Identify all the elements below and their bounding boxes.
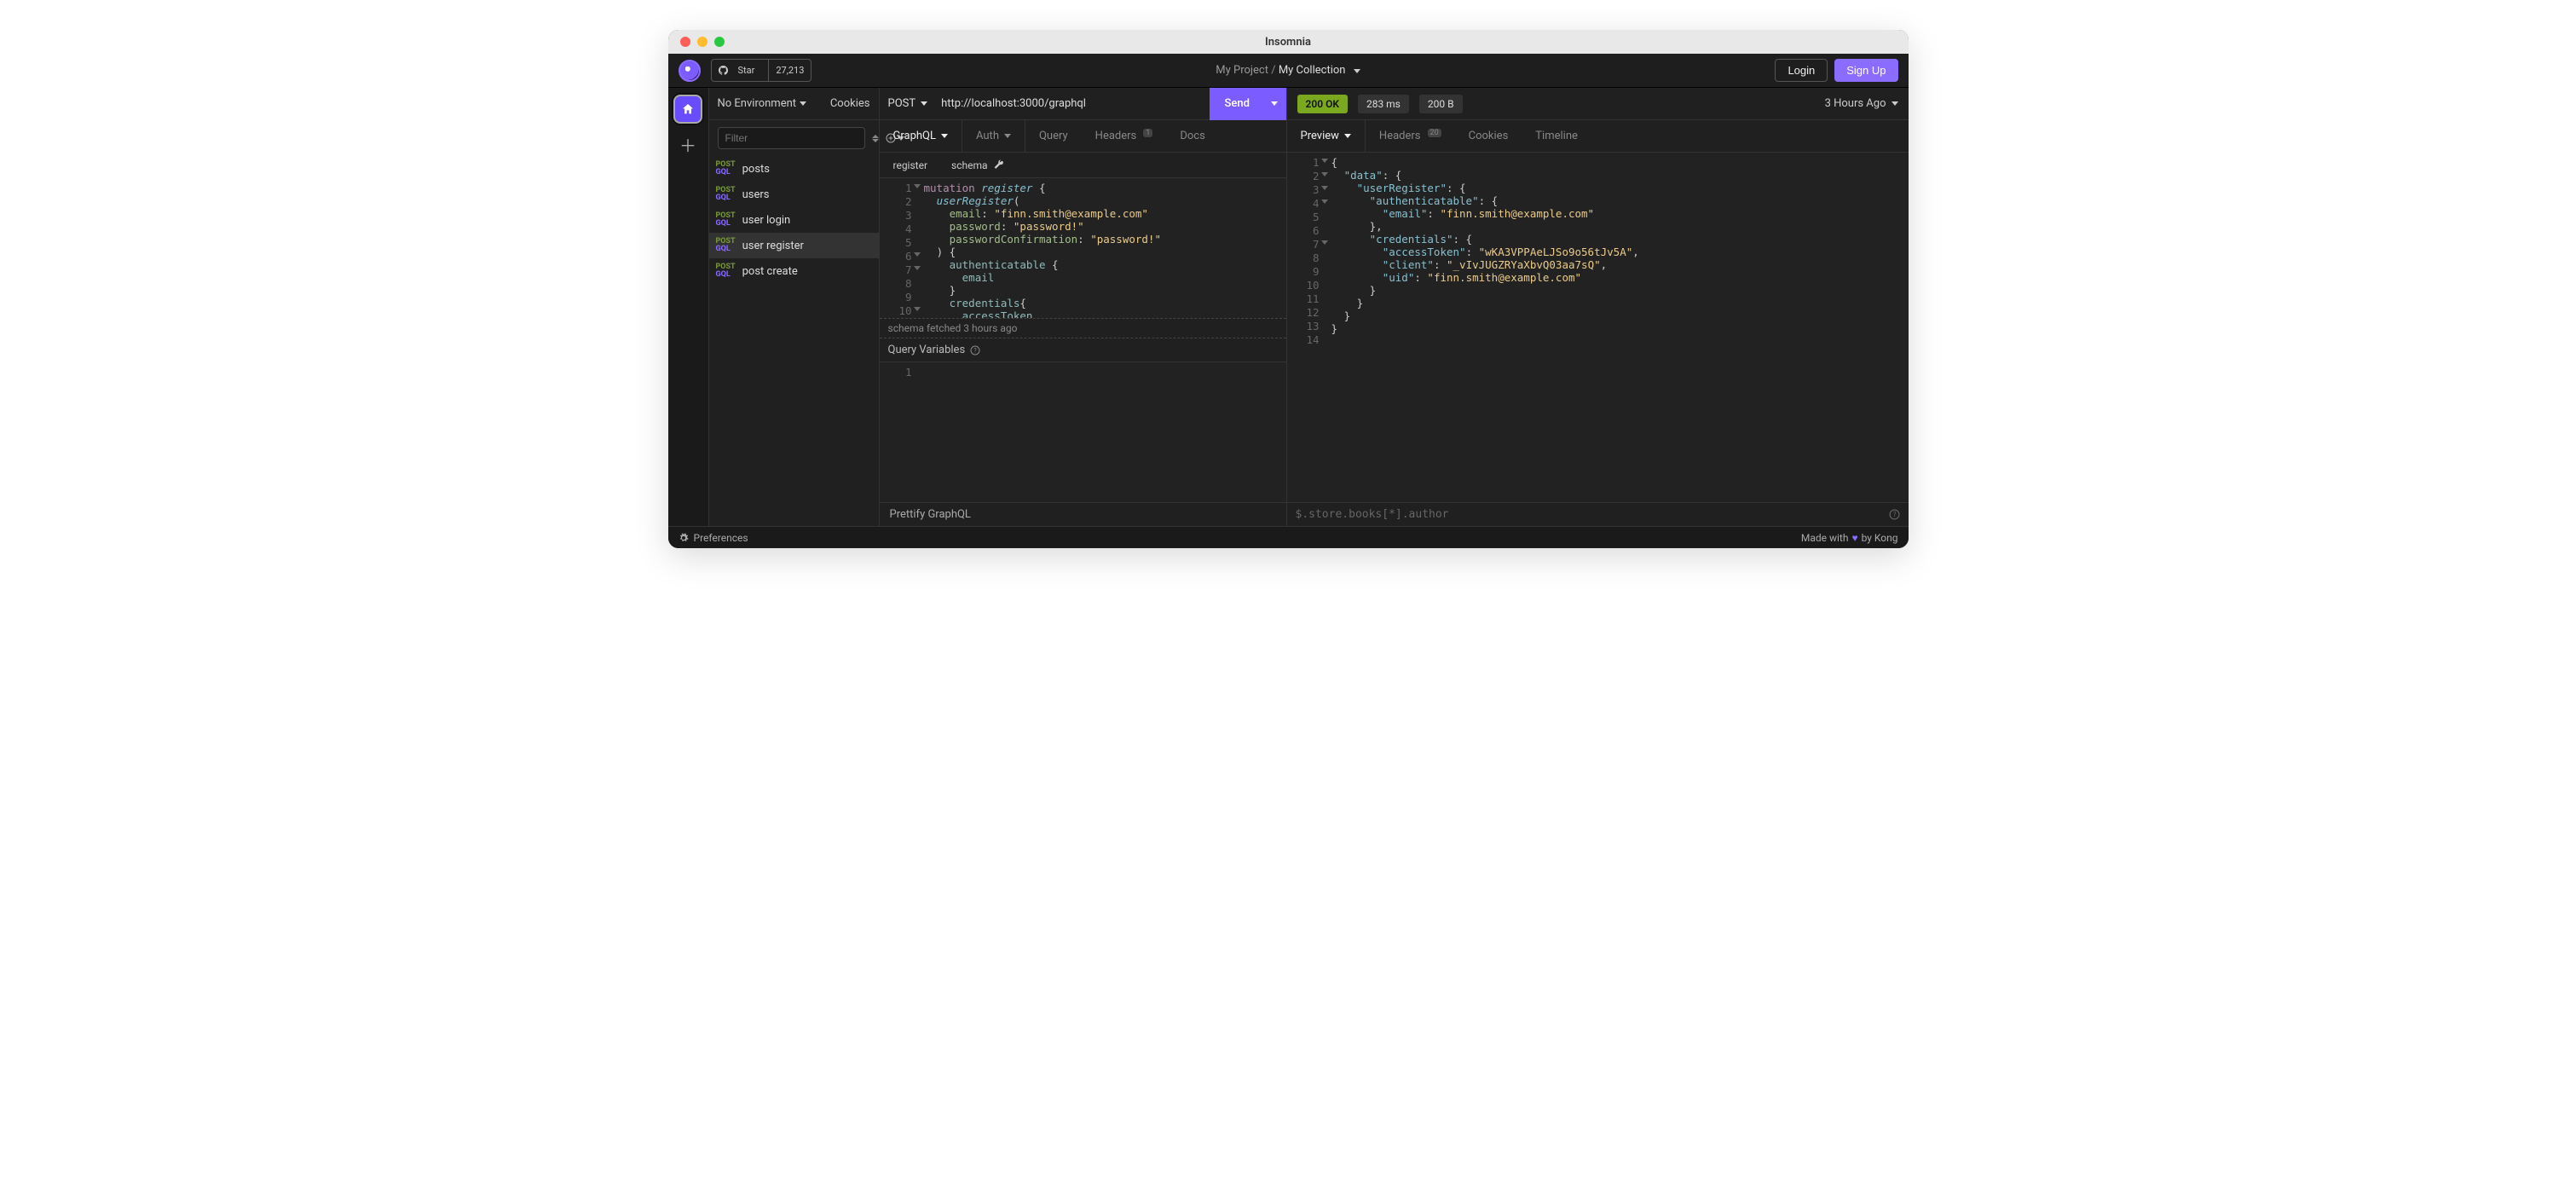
home-icon (681, 102, 695, 116)
left-rail: ＋ (668, 88, 709, 526)
subtab-register[interactable]: register (893, 159, 928, 171)
request-item[interactable]: POSTGQL user login (709, 207, 879, 233)
query-variables-header[interactable]: Query Variables ? (880, 338, 1286, 362)
schema-status: schema fetched 3 hours ago (880, 318, 1286, 338)
response-size: 200 B (1419, 95, 1463, 113)
status-bar: Preferences Made with ♥ by Kong (668, 526, 1909, 548)
chevron-down-icon[interactable] (1354, 69, 1360, 73)
request-tabs: GraphQL Auth Query Headers1 Docs (880, 120, 1286, 153)
chevron-down-icon (1004, 134, 1011, 138)
breadcrumb-collection[interactable]: My Collection (1279, 64, 1346, 77)
chevron-down-icon (1892, 101, 1898, 106)
help-icon: ? (970, 345, 980, 356)
sidebar: No Environment Cookies POSTGQL posts (709, 88, 880, 526)
chevron-down-icon (941, 134, 948, 138)
tab-preview[interactable]: Preview (1287, 120, 1366, 152)
request-item[interactable]: POSTGQL posts (709, 156, 879, 182)
wrench-icon (993, 159, 1004, 171)
request-item[interactable]: POSTGQL post create (709, 258, 879, 284)
help-icon[interactable]: ? (1889, 509, 1900, 520)
method-selector[interactable]: POST (880, 97, 937, 110)
response-filter-input[interactable]: $.store.books[*].author (1296, 508, 1449, 521)
window-title: Insomnia (668, 36, 1909, 49)
gear-icon (679, 533, 689, 543)
response-age[interactable]: 3 Hours Ago (1825, 97, 1898, 110)
filter-input[interactable] (718, 127, 865, 149)
preferences-button[interactable]: Preferences (679, 532, 748, 544)
tab-body[interactable]: GraphQL (880, 120, 962, 152)
tab-headers[interactable]: Headers1 (1082, 120, 1167, 152)
response-panel: 200 OK 283 ms 200 B 3 Hours Ago Preview … (1287, 88, 1909, 526)
status-badge: 200 OK (1297, 95, 1348, 113)
app-window: Insomnia Star 27,213 My Project / My Col… (668, 30, 1909, 548)
chevron-down-icon (800, 101, 806, 106)
github-star-count: 27,213 (769, 60, 811, 81)
github-star-widget[interactable]: Star 27,213 (711, 59, 812, 82)
sort-icon[interactable] (872, 135, 879, 142)
url-input[interactable]: http://localhost:3000/graphql (936, 97, 1209, 110)
environment-selector[interactable]: No Environment (718, 97, 807, 110)
response-time: 283 ms (1358, 95, 1409, 113)
request-panel: POST http://localhost:3000/graphql Send … (880, 88, 1287, 526)
app-header: Star 27,213 My Project / My Collection L… (668, 54, 1909, 88)
github-icon (719, 66, 728, 75)
breadcrumb: My Project / My Collection (668, 64, 1909, 77)
tab-timeline[interactable]: Timeline (1522, 120, 1591, 152)
main-layout: ＋ No Environment Cookies (668, 88, 1909, 526)
tab-response-cookies[interactable]: Cookies (1455, 120, 1522, 152)
login-button[interactable]: Login (1775, 59, 1828, 82)
cookies-button[interactable]: Cookies (830, 97, 870, 110)
tab-docs[interactable]: Docs (1166, 120, 1218, 152)
graphql-editor[interactable]: 12345 6789 10111213141516 mutation regis… (880, 178, 1286, 318)
github-star-label: Star (731, 62, 762, 78)
prettify-button[interactable]: Prettify GraphQL (880, 502, 1286, 526)
subtab-schema[interactable]: schema (951, 159, 1004, 171)
heart-icon: ♥ (1851, 532, 1857, 544)
titlebar: Insomnia (668, 30, 1909, 54)
request-list: POSTGQL posts POSTGQL users POSTGQL user… (709, 156, 879, 526)
svg-text:?: ? (974, 347, 978, 354)
send-button[interactable]: Send (1210, 88, 1286, 120)
chevron-down-icon (1271, 101, 1278, 106)
code-content: mutation register { userRegister( email:… (917, 178, 1168, 318)
app-logo-icon[interactable] (679, 60, 701, 82)
home-button[interactable] (673, 95, 702, 124)
svg-text:?: ? (1892, 511, 1897, 518)
response-body[interactable]: 123 4567 891011121314 { "data": { "userR… (1287, 153, 1909, 502)
tab-auth[interactable]: Auth (962, 120, 1025, 152)
request-item[interactable]: POSTGQL user register (709, 233, 879, 258)
add-workspace-button[interactable]: ＋ (679, 132, 696, 157)
chevron-down-icon (921, 101, 927, 106)
breadcrumb-project[interactable]: My Project (1216, 64, 1268, 77)
made-with-kong: Made with ♥ by Kong (1801, 532, 1898, 544)
query-variables-editor[interactable]: 1 (880, 362, 1286, 502)
request-item[interactable]: POSTGQL users (709, 182, 879, 207)
response-tabs: Preview Headers20 Cookies Timeline (1287, 120, 1909, 153)
signup-button[interactable]: Sign Up (1834, 59, 1897, 82)
chevron-down-icon (1344, 134, 1351, 138)
response-json: { "data": { "userRegister": { "authentic… (1325, 153, 1646, 502)
tab-response-headers[interactable]: Headers20 (1366, 120, 1455, 152)
tab-query[interactable]: Query (1025, 120, 1082, 152)
